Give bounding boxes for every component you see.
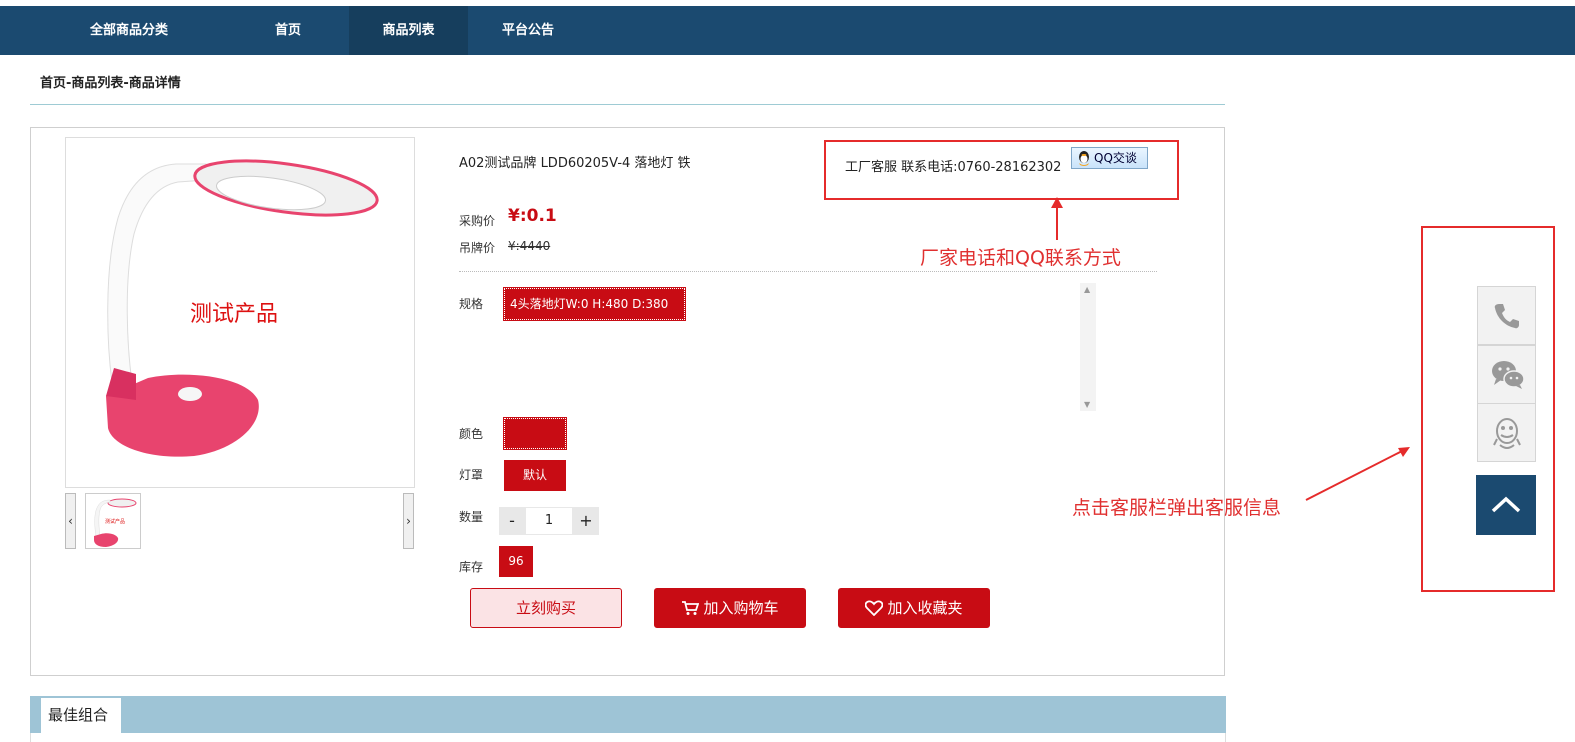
add-to-favorites-label: 加入收藏夹 xyxy=(887,599,963,617)
spec-label: 规格 xyxy=(459,297,484,311)
color-label: 颜色 xyxy=(459,427,484,441)
product-name: A02测试品牌 LDD60205V-4 落地灯 铁 xyxy=(459,156,691,171)
best-combo-panel xyxy=(30,733,1226,742)
purchase-price: ¥:0.1 xyxy=(508,206,557,226)
qq-icon xyxy=(1493,418,1521,449)
qq-chat-button[interactable]: QQ交谈 xyxy=(1071,147,1148,169)
info-divider xyxy=(459,271,1157,272)
annotation-arrow-line xyxy=(1056,206,1058,240)
wechat-icon xyxy=(1492,361,1525,389)
heart-icon xyxy=(865,600,884,617)
color-swatch-red[interactable] xyxy=(503,417,567,450)
back-to-top-button[interactable] xyxy=(1476,475,1536,535)
tag-price-label: 吊牌价 xyxy=(459,241,496,255)
sidebar-annotation: 点击客服栏弹出客服信息 xyxy=(1072,497,1282,519)
phone-icon xyxy=(1494,304,1519,329)
shade-label: 灯罩 xyxy=(459,468,484,482)
buy-now-label: 立刻购买 xyxy=(515,599,576,617)
tag-price: ¥:4440 xyxy=(508,239,551,253)
purchase-price-label: 采购价 xyxy=(459,214,496,228)
breadcrumb: 首页-商品列表-商品详情 xyxy=(40,76,181,91)
add-to-cart-button[interactable]: 加入购物车 xyxy=(654,588,806,628)
qq-chat-label: QQ交谈 xyxy=(1094,151,1137,165)
breadcrumb-divider xyxy=(30,104,1225,105)
tab-best-combo[interactable]: 最佳组合 xyxy=(41,698,121,733)
product-image-label: 测试产品 xyxy=(190,302,279,327)
thumb-next-button[interactable]: › xyxy=(403,493,414,549)
spec-scrollbar[interactable]: ▲ ▼ xyxy=(1080,283,1096,411)
sidebar-wechat-button[interactable] xyxy=(1477,345,1536,404)
quantity-increase-button[interactable]: + xyxy=(573,507,599,535)
scroll-up-icon[interactable]: ▲ xyxy=(1084,285,1090,294)
nav-product-list[interactable]: 商品列表 xyxy=(349,6,468,55)
nav-announcements[interactable]: 平台公告 xyxy=(478,6,578,55)
contact-annotation: 厂家电话和QQ联系方式 xyxy=(920,247,1121,269)
annotation-diagonal-arrow xyxy=(1305,447,1410,501)
scroll-down-icon[interactable]: ▼ xyxy=(1084,400,1090,409)
factory-contact-phone: 工厂客服 联系电话:0760-28162302 xyxy=(845,160,1062,175)
thumbnail-label: 测试产品 xyxy=(105,519,126,525)
buy-now-button[interactable]: 立刻购买 xyxy=(470,588,622,628)
add-to-cart-label: 加入购物车 xyxy=(703,599,779,617)
nav-all-categories[interactable]: 全部商品分类 xyxy=(66,6,192,55)
qq-penguin-icon xyxy=(1079,151,1089,166)
spec-option-button[interactable]: 4头落地灯W:0 H:480 D:380 xyxy=(503,287,686,321)
quantity-decrease-button[interactable]: - xyxy=(499,507,525,535)
sidebar-phone-button[interactable] xyxy=(1477,286,1536,345)
quantity-input[interactable]: 1 xyxy=(525,507,573,535)
product-thumbnail[interactable]: 测试产品 xyxy=(85,493,141,549)
quantity-label: 数量 xyxy=(459,510,484,524)
shade-option-button[interactable]: 默认 xyxy=(504,460,566,491)
thumb-prev-button[interactable]: ‹ xyxy=(65,493,76,549)
add-to-favorites-button[interactable]: 加入收藏夹 xyxy=(838,588,990,628)
cart-icon xyxy=(682,601,700,615)
stock-count: 96 xyxy=(499,546,533,577)
top-nav: 全部商品分类 首页 商品列表 平台公告 xyxy=(0,6,1575,55)
sidebar-qq-button[interactable] xyxy=(1477,403,1536,462)
chevron-up-icon xyxy=(1491,496,1521,513)
page: 全部商品分类 首页 商品列表 平台公告 首页-商品列表-商品详情 测试产品 ‹ … xyxy=(0,0,1575,742)
nav-home[interactable]: 首页 xyxy=(238,6,338,55)
best-combo-bar xyxy=(30,696,1226,733)
stock-label: 库存 xyxy=(459,560,484,574)
